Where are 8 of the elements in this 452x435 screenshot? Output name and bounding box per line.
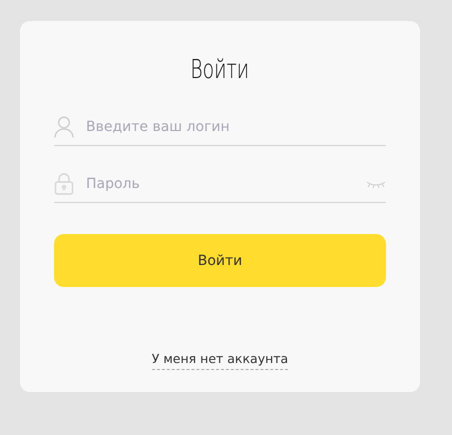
eye-closed-icon[interactable]: [366, 180, 386, 188]
login-button[interactable]: Войти: [54, 234, 386, 287]
password-field[interactable]: Пароль: [86, 176, 354, 192]
user-icon: [54, 116, 74, 138]
lock-icon: [54, 173, 74, 195]
login-field[interactable]: Введите ваш логин: [86, 119, 386, 135]
register-link[interactable]: У меня нет аккаунта: [152, 351, 288, 370]
form-title: Войти: [190, 54, 250, 87]
